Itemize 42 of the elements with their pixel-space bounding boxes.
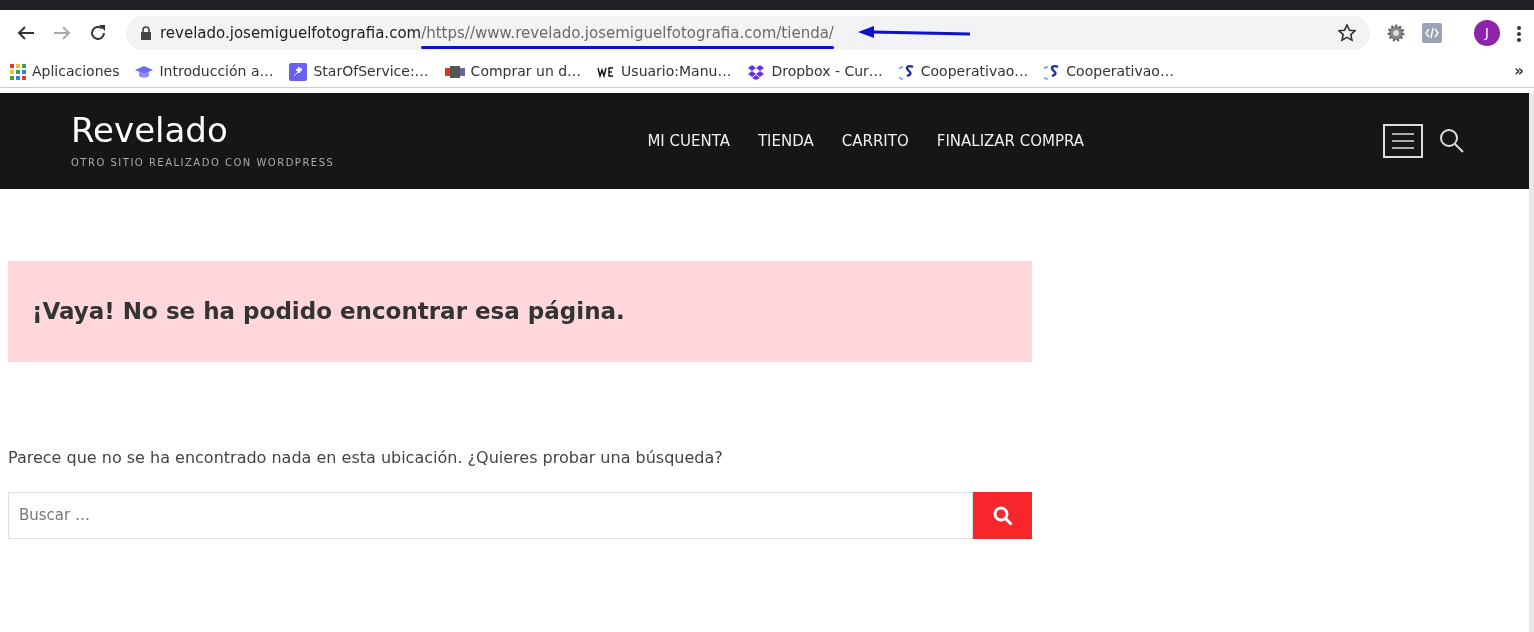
graduation-cap-icon (135, 64, 154, 79)
more-menu-icon[interactable] (1516, 24, 1522, 43)
sparkle-logo-icon (289, 62, 308, 81)
gear-icon[interactable] (1386, 23, 1406, 43)
bookmark[interactable]: Introducción a… (135, 61, 274, 82)
apps-grid-icon (10, 63, 26, 80)
bookmarks-overflow-button[interactable]: » (1514, 60, 1524, 83)
menu-icon (1391, 132, 1415, 150)
site-title[interactable]: Revelado (71, 111, 335, 150)
address-bar[interactable]: revelado.josemiguelfotografia.com/https//www.revelado.josemiguelfotografia.com/tienda/ (126, 16, 1370, 50)
s-logo-icon (898, 62, 915, 81)
site-tagline: OTRO SITIO REALIZADO CON WORDPRESS (71, 156, 335, 171)
not-found-message: Parece que no se ha encontrado nada en esta ubicación. ¿Quieres probar una búsqueda? (8, 447, 724, 469)
nav-link[interactable]: MI CUENTA (647, 129, 730, 153)
nav-link[interactable]: FINALIZAR COMPRA (936, 129, 1085, 153)
bookmark[interactable]: Cooperativao… (898, 61, 1029, 82)
reload-icon (89, 24, 107, 42)
menu-button[interactable] (1383, 124, 1423, 158)
bookmark[interactable]: Comprar un d… (444, 61, 582, 82)
forward-arrow-icon (53, 25, 71, 41)
nav-link[interactable]: TIENDA (757, 129, 814, 153)
nav-link[interactable]: CARRITO (841, 129, 909, 153)
emblem-logo-icon (444, 63, 465, 80)
search-field[interactable]: Buscar … (8, 492, 973, 539)
we-logo-icon (597, 65, 616, 78)
dropbox-icon (747, 63, 766, 80)
search-button[interactable] (973, 492, 1032, 539)
s-logo-icon (1044, 62, 1061, 81)
search-icon[interactable] (1439, 128, 1465, 154)
search-icon (992, 505, 1013, 526)
profile-avatar[interactable]: J (1474, 20, 1500, 46)
star-icon[interactable] (1338, 24, 1356, 43)
bookmark[interactable]: Usuario:Manu… (597, 61, 732, 82)
url-path: /https//www.revelado.josemiguelfotografia.com/tienda/ (421, 21, 834, 45)
bookmark[interactable]: Cooperativao… (1044, 61, 1174, 82)
bookmark[interactable]: StarOfService:… (289, 61, 429, 82)
back-arrow-icon (17, 25, 35, 41)
bookmark[interactable]: Aplicaciones (10, 61, 120, 82)
bookmark[interactable]: Dropbox - Cur… (747, 61, 883, 82)
url-host: revelado.josemiguelfotografia.com (160, 22, 422, 44)
lock-icon (140, 26, 152, 40)
error-heading: ¡Vaya! No se ha podido encontrar esa página. (8, 261, 1032, 362)
